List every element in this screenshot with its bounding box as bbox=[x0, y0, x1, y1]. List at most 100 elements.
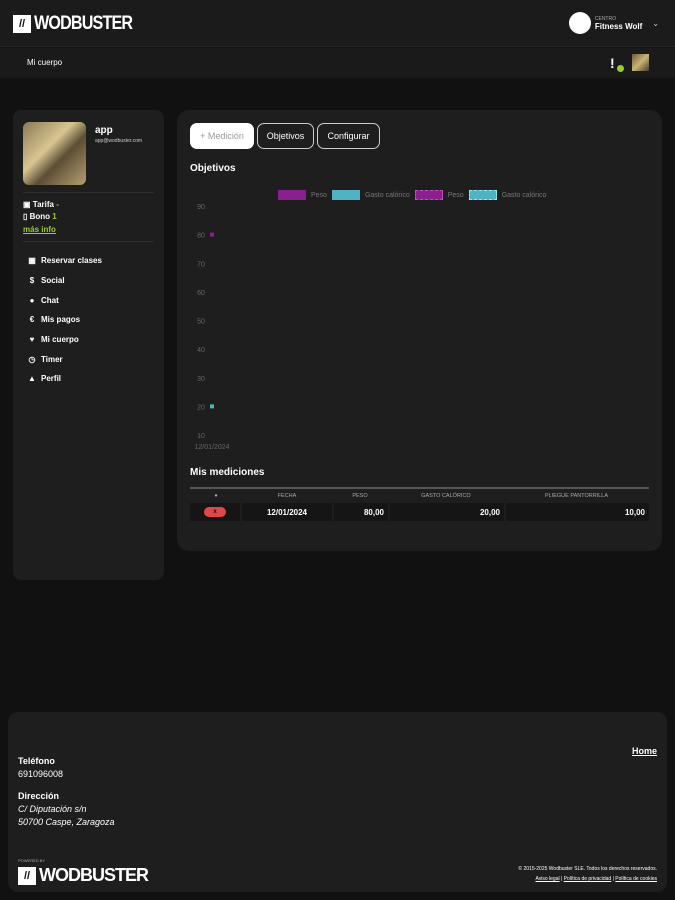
y-tick-label: 60 bbox=[197, 290, 205, 297]
y-tick-label: 50 bbox=[197, 319, 205, 326]
legend-swatch bbox=[468, 190, 497, 200]
privacy-link[interactable]: Política de privacidad bbox=[564, 876, 612, 882]
chart-legend: Peso Gasto calórico Peso Gasto calórico bbox=[278, 190, 546, 200]
sidebar-item-label: Reservar clases bbox=[41, 256, 102, 266]
copyright-text: © 2015-2025 Wodbuster SLE. Todos los der… bbox=[518, 866, 657, 872]
y-tick-label: 20 bbox=[197, 404, 205, 411]
chevron-down-icon: ⌄ bbox=[652, 18, 659, 28]
powered-by: POWERED BY bbox=[18, 858, 46, 863]
sidebar-item[interactable]: ● Chat bbox=[27, 290, 102, 310]
table-row: x 12/01/2024 80,00 20,00 10,00 bbox=[190, 503, 649, 521]
user-name: app bbox=[95, 125, 113, 136]
sub-nav: Mi cuerpo ! bbox=[0, 48, 675, 78]
user-avatar[interactable] bbox=[632, 54, 649, 71]
centro-name: Fitness Wolf bbox=[594, 21, 643, 31]
goals-chart: 90 80 70 60 50 40 30 20 10 12/01/2024 bbox=[194, 204, 229, 451]
legend-label: Gasto calórico bbox=[501, 191, 547, 199]
wodbuster-logo[interactable]: //WODBUSTER bbox=[13, 13, 150, 35]
data-point[interactable] bbox=[210, 232, 214, 237]
legend-label: Peso bbox=[311, 191, 327, 199]
sidebar-item-label: Mi cuerpo bbox=[41, 335, 79, 345]
timer-icon: ◷ bbox=[28, 354, 36, 364]
user-icon: ▲ bbox=[28, 374, 36, 384]
y-tick-label: 30 bbox=[197, 376, 205, 383]
col-header: FECHA bbox=[277, 493, 297, 499]
centro-selector[interactable]: CENTRO Fitness Wolf ⌄ bbox=[568, 12, 659, 34]
legend-label: Gasto calórico bbox=[364, 191, 410, 199]
col-header: GASTO CALÓRICO bbox=[421, 493, 471, 499]
social-icon: $ bbox=[29, 276, 35, 286]
sidebar-item[interactable]: $ Social bbox=[27, 271, 102, 291]
divider bbox=[23, 192, 154, 193]
y-tick-label: 10 bbox=[197, 433, 205, 440]
user-email: app@wodbuster.com bbox=[95, 138, 143, 144]
address-line: C/ Diputación s/n bbox=[18, 804, 87, 814]
centro-logo bbox=[568, 12, 591, 34]
configure-button[interactable]: Configurar bbox=[317, 123, 380, 149]
home-link[interactable]: Home bbox=[632, 746, 657, 756]
address-label: Dirección bbox=[18, 791, 60, 801]
sidebar-item[interactable]: ▲ Perfil bbox=[27, 369, 102, 389]
tarifa-info: ▣ Tarifa - bbox=[23, 200, 59, 209]
phone-value: 691096008 bbox=[18, 769, 64, 779]
measurements-table: ● FECHA PESO GASTO CALÓRICO PLIEGUE PANT… bbox=[190, 487, 649, 521]
cookies-link[interactable]: Política de cookies bbox=[615, 876, 657, 882]
sidebar-item-label: Chat bbox=[41, 295, 59, 305]
legend-label: Peso bbox=[447, 191, 464, 199]
x-tick-label: 12/01/2024 bbox=[194, 444, 229, 451]
sidebar-item-label: Timer bbox=[41, 354, 63, 364]
phone-label: Teléfono bbox=[18, 756, 55, 766]
chat-icon: ● bbox=[29, 295, 35, 305]
top-bar: //WODBUSTER CENTRO Fitness Wolf ⌄ bbox=[0, 0, 675, 47]
col-header: PLIEGUE PANTORRILLA bbox=[544, 493, 609, 499]
data-point[interactable] bbox=[210, 404, 214, 409]
sidebar-item[interactable]: ▦ Reservar clases bbox=[27, 251, 102, 271]
y-tick-label: 70 bbox=[197, 261, 205, 268]
footer: Home Teléfono 691096008 Dirección C/ Dip… bbox=[8, 712, 667, 892]
sidebar-item[interactable]: ♥ Mi cuerpo bbox=[27, 330, 102, 350]
tag-icon: ▣ bbox=[23, 200, 33, 209]
sidebar: app app@wodbuster.com ▣ Tarifa - ▯ Bono … bbox=[13, 110, 164, 580]
chart-title: Objetivos bbox=[190, 163, 236, 174]
logo-text: WODBUSTER bbox=[34, 13, 133, 34]
divider bbox=[23, 241, 154, 242]
sidebar-item-label: Social bbox=[41, 276, 65, 286]
euro-icon: € bbox=[29, 315, 35, 325]
cell-fecha: 12/01/2024 bbox=[242, 503, 332, 521]
y-tick-label: 90 bbox=[197, 204, 205, 211]
add-measurement-button[interactable]: + Medición bbox=[190, 123, 254, 149]
heart-icon: ♥ bbox=[29, 335, 35, 345]
goals-button[interactable]: Objetivos bbox=[257, 123, 314, 149]
copyright: © 2015-2025 Wodbuster SLE. Todos los der… bbox=[518, 866, 657, 882]
cell-gasto: 20,00 bbox=[390, 503, 504, 521]
table-header: ● FECHA PESO GASTO CALÓRICO PLIEGUE PANT… bbox=[190, 489, 649, 503]
logo-mark: // bbox=[13, 15, 31, 33]
notification-dot bbox=[617, 65, 624, 72]
table-title: Mis mediciones bbox=[190, 467, 265, 478]
sidebar-item[interactable]: ◷ Timer bbox=[27, 349, 102, 369]
cell-pliegue: 10,00 bbox=[506, 503, 649, 521]
page-title: Mi cuerpo bbox=[27, 58, 63, 67]
legal-link[interactable]: Aviso legal bbox=[536, 876, 560, 882]
notification-icon[interactable]: ! bbox=[610, 55, 615, 71]
col-header: ● bbox=[214, 493, 218, 499]
address-line: 50700 Caspe, Zaragoza bbox=[18, 817, 115, 827]
more-info-link[interactable]: más info bbox=[23, 225, 56, 234]
sidebar-item-label: Perfil bbox=[41, 374, 62, 384]
legend-swatch bbox=[414, 190, 443, 200]
delete-button[interactable]: x bbox=[204, 507, 226, 517]
y-tick-label: 80 bbox=[197, 233, 205, 240]
main-card: + Medición Objetivos Configurar Objetivo… bbox=[177, 110, 662, 551]
y-tick-label: 40 bbox=[197, 347, 205, 354]
legend-swatch bbox=[278, 190, 306, 200]
bookmark-icon: ▯ bbox=[23, 212, 30, 221]
calendar-icon: ▦ bbox=[28, 256, 36, 266]
sidebar-item-label: Mis pagos bbox=[41, 315, 81, 325]
cell-peso: 80,00 bbox=[334, 503, 388, 521]
sidebar-item[interactable]: € Mis pagos bbox=[27, 310, 102, 330]
legend-swatch bbox=[331, 190, 360, 200]
col-header: PESO bbox=[352, 493, 368, 499]
bono-info: ▯ Bono 1 bbox=[23, 212, 57, 221]
profile-photo bbox=[23, 122, 86, 185]
footer-logo: //WODBUSTER bbox=[18, 865, 149, 886]
